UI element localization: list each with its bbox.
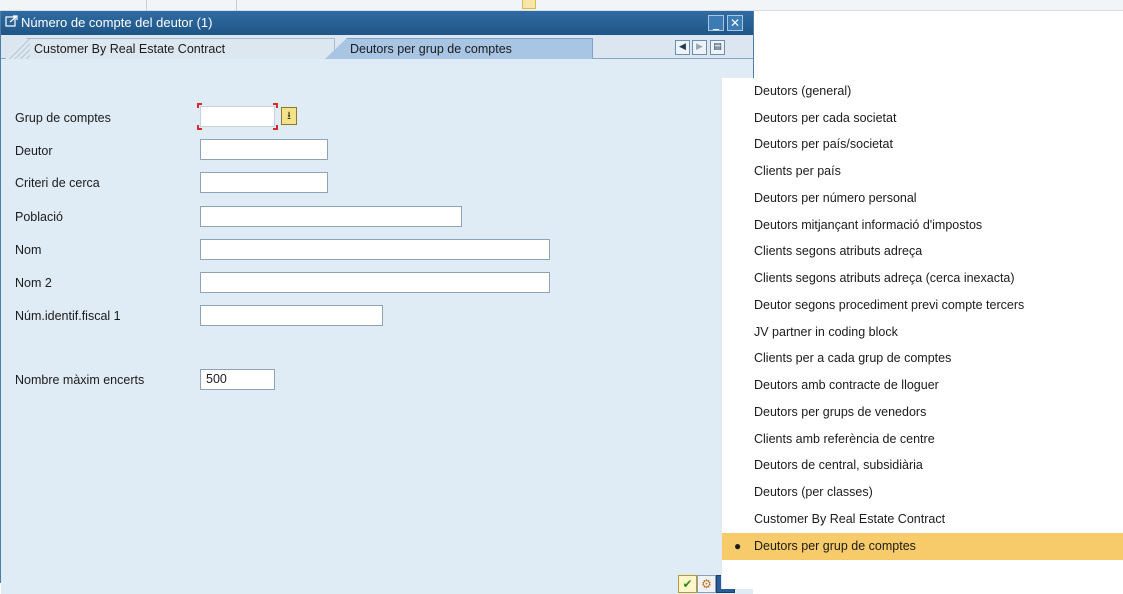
list-item[interactable]: Deutors per grups de venedors xyxy=(722,399,1123,426)
tab-label: Customer By Real Estate Contract xyxy=(34,42,226,56)
criteri-de-cerca-input[interactable] xyxy=(200,172,328,193)
list-item-selected[interactable]: ● Deutors per grup de comptes xyxy=(722,533,1123,560)
list-item[interactable]: Deutors amb contracte de lloguer xyxy=(722,372,1123,399)
minimize-button[interactable]: _ xyxy=(708,15,724,31)
dialog-footer: ✔ ⚙ ✖ xyxy=(1,574,753,594)
list-item[interactable]: Deutors de central, subsidiària xyxy=(722,452,1123,479)
list-item[interactable]: Clients segons atributs adreça xyxy=(722,238,1123,265)
tab-deutors-per-grup-de-comptes[interactable]: Deutors per grup de comptes xyxy=(325,38,593,59)
search-help-dialog: Número de compte del deutor (1) _ ✕ Cust… xyxy=(0,11,754,594)
num-identif-fiscal-input[interactable] xyxy=(200,305,383,326)
list-item[interactable]: Deutors (general) xyxy=(722,78,1123,105)
dialog-title-bar[interactable]: Número de compte del deutor (1) _ ✕ xyxy=(1,11,753,35)
tab-scroll-right-icon[interactable]: ▶ xyxy=(692,40,707,55)
num-identif-fiscal-label: Núm.identif.fiscal 1 xyxy=(15,309,121,323)
close-window-button[interactable]: ✕ xyxy=(727,15,743,31)
required-marker xyxy=(197,125,202,130)
tab-list-icon[interactable]: ▤ xyxy=(710,40,725,55)
nombre-maxim-encerts-input[interactable]: 500 xyxy=(200,369,275,390)
tab-scroll-left-icon[interactable]: ◀ xyxy=(675,40,690,55)
grup-de-comptes-label: Grup de comptes xyxy=(15,111,111,125)
background-folder-icon xyxy=(522,0,536,9)
nom-input[interactable] xyxy=(200,239,550,260)
multiple-selection-icon[interactable]: ⚙ xyxy=(697,575,716,593)
tab-label: Deutors per grup de comptes xyxy=(350,42,512,56)
nom-2-label: Nom 2 xyxy=(15,276,52,290)
list-item[interactable]: Clients per a cada grup de comptes xyxy=(722,345,1123,372)
list-item[interactable]: Deutors mitjançant informació d'impostos xyxy=(722,212,1123,239)
list-item[interactable]: Clients per país xyxy=(722,158,1123,185)
dialog-window-icon xyxy=(5,15,19,29)
tab-customer-by-real-estate-contract[interactable]: Customer By Real Estate Contract xyxy=(5,38,335,59)
search-criteria-form: Grup de comptes ⭳ Deutor Criteri de cerc… xyxy=(1,59,753,574)
confirm-checkmark-icon[interactable]: ✔ xyxy=(678,575,697,593)
list-item[interactable]: Clients amb referència de centre xyxy=(722,426,1123,453)
list-item[interactable]: Deutor segons procediment previ compte t… xyxy=(722,292,1123,319)
list-item[interactable]: JV partner in coding block xyxy=(722,319,1123,346)
selected-bullet-icon: ● xyxy=(734,539,742,553)
search-help-tab-list: Deutors (general) Deutors per cada socie… xyxy=(721,78,1123,589)
background-divider xyxy=(236,0,237,11)
background-app-strip xyxy=(0,0,1123,11)
list-item[interactable]: Customer By Real Estate Contract xyxy=(722,506,1123,533)
required-marker xyxy=(273,103,278,108)
list-item[interactable]: Deutors per número personal xyxy=(722,185,1123,212)
list-item-label: Deutors per grup de comptes xyxy=(754,539,916,553)
background-divider xyxy=(146,0,147,11)
grup-de-comptes-input[interactable] xyxy=(200,106,275,127)
deutor-input[interactable] xyxy=(200,139,328,160)
poblacio-input[interactable] xyxy=(200,206,462,227)
tab-strip: Customer By Real Estate Contract Deutors… xyxy=(1,35,753,59)
nombre-maxim-encerts-label: Nombre màxim encerts xyxy=(15,373,145,387)
list-item[interactable]: Deutors per país/societat xyxy=(722,131,1123,158)
list-item[interactable]: Deutors per cada societat xyxy=(722,105,1123,132)
value-help-dropdown-icon[interactable]: ⭳ xyxy=(281,107,297,125)
list-item[interactable]: Deutors (per classes) xyxy=(722,479,1123,506)
list-item[interactable]: Clients segons atributs adreça (cerca in… xyxy=(722,265,1123,292)
dialog-title: Número de compte del deutor (1) xyxy=(21,15,213,30)
required-marker xyxy=(273,125,278,130)
nom-2-input[interactable] xyxy=(200,272,550,293)
tab-edge-decoration xyxy=(6,39,30,59)
deutor-label: Deutor xyxy=(15,144,53,158)
required-marker xyxy=(197,103,202,108)
criteri-de-cerca-label: Criteri de cerca xyxy=(15,176,100,190)
poblacio-label: Població xyxy=(15,210,63,224)
nom-label: Nom xyxy=(15,243,42,257)
